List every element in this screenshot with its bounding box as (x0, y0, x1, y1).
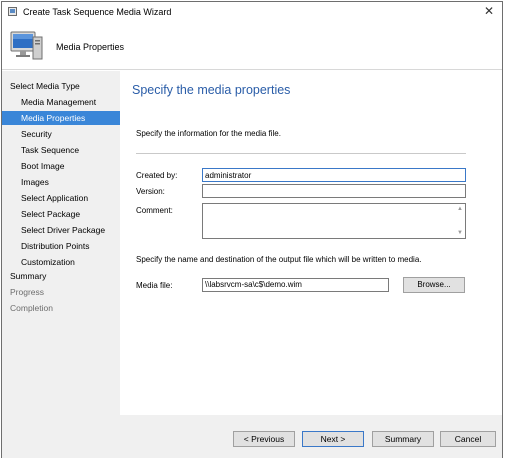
nav-item-boot-image[interactable]: Boot Image (2, 159, 120, 173)
header-title: Media Properties (56, 42, 125, 52)
nav-item-media-properties[interactable]: Media Properties (2, 111, 120, 125)
nav-item-distribution-points[interactable]: Distribution Points (2, 239, 120, 253)
nav-item-select-driver-package[interactable]: Select Driver Package (2, 223, 120, 237)
browse-button[interactable]: Browse... (403, 277, 465, 293)
section-divider (136, 153, 466, 154)
nav-item-select-media-type[interactable]: Select Media Type (2, 79, 120, 93)
wizard-step-nav: Select Media Type Media Management Media… (2, 71, 120, 458)
nav-item-task-sequence[interactable]: Task Sequence (2, 143, 120, 157)
media-file-label: Media file: (136, 281, 173, 290)
wizard-footer: < Previous Next > Summary Cancel (120, 415, 502, 458)
comment-scrollbar[interactable]: ▲ ▼ (455, 204, 465, 238)
next-button[interactable]: Next > (302, 431, 364, 447)
nav-item-select-package[interactable]: Select Package (2, 207, 120, 221)
nav-item-completion: Completion (10, 303, 53, 313)
instruction-text: Specify the information for the media fi… (136, 129, 281, 138)
previous-button[interactable]: < Previous (233, 431, 295, 447)
scroll-up-icon[interactable]: ▲ (456, 206, 464, 212)
nav-item-summary[interactable]: Summary (2, 269, 120, 283)
nav-item-images[interactable]: Images (2, 175, 120, 189)
summary-button[interactable]: Summary (372, 431, 434, 447)
created-by-label: Created by: (136, 171, 178, 180)
window-icon (8, 7, 17, 16)
computer-icon (10, 31, 43, 60)
output-instruction-text: Specify the name and destination of the … (136, 255, 422, 264)
nav-item-security[interactable]: Security (2, 127, 120, 141)
version-field[interactable] (202, 184, 466, 198)
nav-item-progress: Progress (10, 287, 45, 297)
header-band: Media Properties (2, 22, 502, 70)
comment-field[interactable]: ▲ ▼ (202, 203, 466, 239)
media-file-field[interactable]: \\labsrvcm-sa\c$\demo.wim (202, 278, 389, 292)
nav-item-select-application[interactable]: Select Application (2, 191, 120, 205)
page-title: Specify the media properties (132, 83, 291, 97)
scroll-down-icon[interactable]: ▼ (456, 230, 464, 236)
title-bar: Create Task Sequence Media Wizard ✕ (2, 2, 502, 22)
wizard-window: Create Task Sequence Media Wizard ✕ Medi… (1, 1, 503, 458)
cancel-button[interactable]: Cancel (440, 431, 496, 447)
created-by-field[interactable] (202, 168, 466, 182)
version-label: Version: (136, 187, 165, 196)
window-title: Create Task Sequence Media Wizard (23, 7, 172, 17)
page-content: Specify the media properties Specify the… (120, 71, 502, 415)
comment-label: Comment: (136, 206, 173, 215)
nav-item-customization[interactable]: Customization (2, 255, 120, 269)
close-button[interactable]: ✕ (482, 5, 496, 19)
nav-item-media-management[interactable]: Media Management (2, 95, 120, 109)
